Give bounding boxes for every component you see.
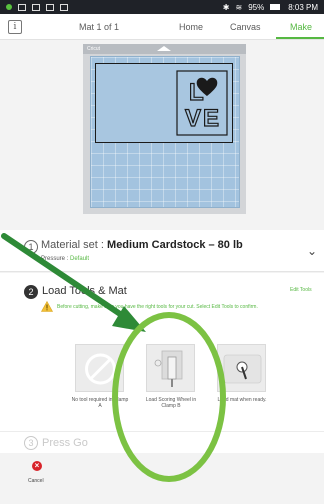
image-icon (60, 3, 68, 11)
step-3-badge: 3 (24, 436, 38, 450)
mat-notch-icon (157, 46, 171, 51)
pressure-line: Pressure : Default (41, 256, 89, 262)
step-1-badge: 1 (24, 240, 38, 254)
clamp-b-caption: Load Scoring Wheel in Clamp B (145, 397, 197, 409)
alert-icon (32, 3, 40, 11)
tool-card-load-mat (217, 344, 266, 392)
edit-tools-link[interactable]: Edit Tools (290, 287, 312, 293)
mat-header: Cricut (83, 44, 246, 54)
active-tab-underline (276, 37, 324, 39)
cardstock-sheet: L V E (95, 63, 233, 143)
tools-warning-text: Before cutting, make sure you have the r… (57, 304, 258, 310)
download-icon (46, 3, 54, 11)
material-set-row[interactable]: 1 Material set : Medium Cardstock – 80 l… (0, 230, 324, 272)
load-tools-section: 2 Load Tools & Mat Edit Tools Before cut… (0, 273, 324, 431)
chevron-down-icon[interactable]: ⌄ (307, 244, 317, 258)
mat-brand-label: Cricut (87, 46, 101, 52)
scoring-wheel-icon (154, 350, 183, 387)
clamp-a-caption: No tool required in Clamp A (71, 397, 129, 409)
letter-e: E (203, 105, 219, 132)
mat-label: Mat 1 of 1 (79, 22, 120, 32)
tool-card-clamp-a (75, 344, 124, 392)
mat-preview[interactable]: Cricut L V E (83, 44, 246, 214)
battery-percent: 95% (248, 2, 265, 12)
status-right-icons: ✱ ≋ 95% 8:03 PM (223, 3, 318, 12)
load-mat-icon (223, 354, 262, 384)
pressure-label: Pressure : (41, 256, 69, 262)
clock: 8:03 PM (288, 2, 318, 12)
cancel-label[interactable]: Cancel (28, 478, 44, 484)
no-tool-icon (85, 353, 116, 385)
pressure-value[interactable]: Default (70, 256, 89, 262)
wifi-icon: ≋ (235, 2, 243, 12)
message-icon (18, 3, 26, 11)
letter-v: V (185, 105, 201, 132)
step-2-badge: 2 (24, 285, 38, 299)
warning-icon (41, 301, 53, 312)
material-name: Medium Cardstock – 80 lb (107, 239, 243, 251)
tab-make[interactable]: Make (290, 22, 312, 32)
material-prefix: Material set : (41, 239, 104, 251)
status-bar: ✱ ≋ 95% 8:03 PM (0, 0, 324, 14)
status-left-icons (6, 3, 68, 11)
info-icon[interactable]: i (8, 20, 22, 34)
bluetooth-icon: ✱ (222, 2, 230, 12)
load-tools-title: Load Tools & Mat (42, 285, 127, 297)
cutting-mat: L V E (90, 56, 240, 208)
tab-canvas[interactable]: Canvas (230, 22, 261, 32)
cancel-icon[interactable]: × (32, 461, 42, 471)
press-go-label: Press Go (42, 437, 88, 449)
press-go-row: 3 Press Go (0, 431, 324, 453)
cancel-area: × Cancel (0, 454, 324, 504)
tab-home[interactable]: Home (179, 22, 203, 32)
top-tab-bar: i Mat 1 of 1 Home Canvas Make (0, 14, 324, 40)
material-set-label: Material set : Medium Cardstock – 80 lb (41, 239, 243, 251)
battery-icon (270, 4, 281, 10)
love-design: L V E (176, 70, 228, 136)
tool-card-clamp-b (146, 344, 195, 392)
load-mat-caption: Load mat when ready. (217, 397, 267, 403)
notification-dot-icon (6, 4, 12, 10)
